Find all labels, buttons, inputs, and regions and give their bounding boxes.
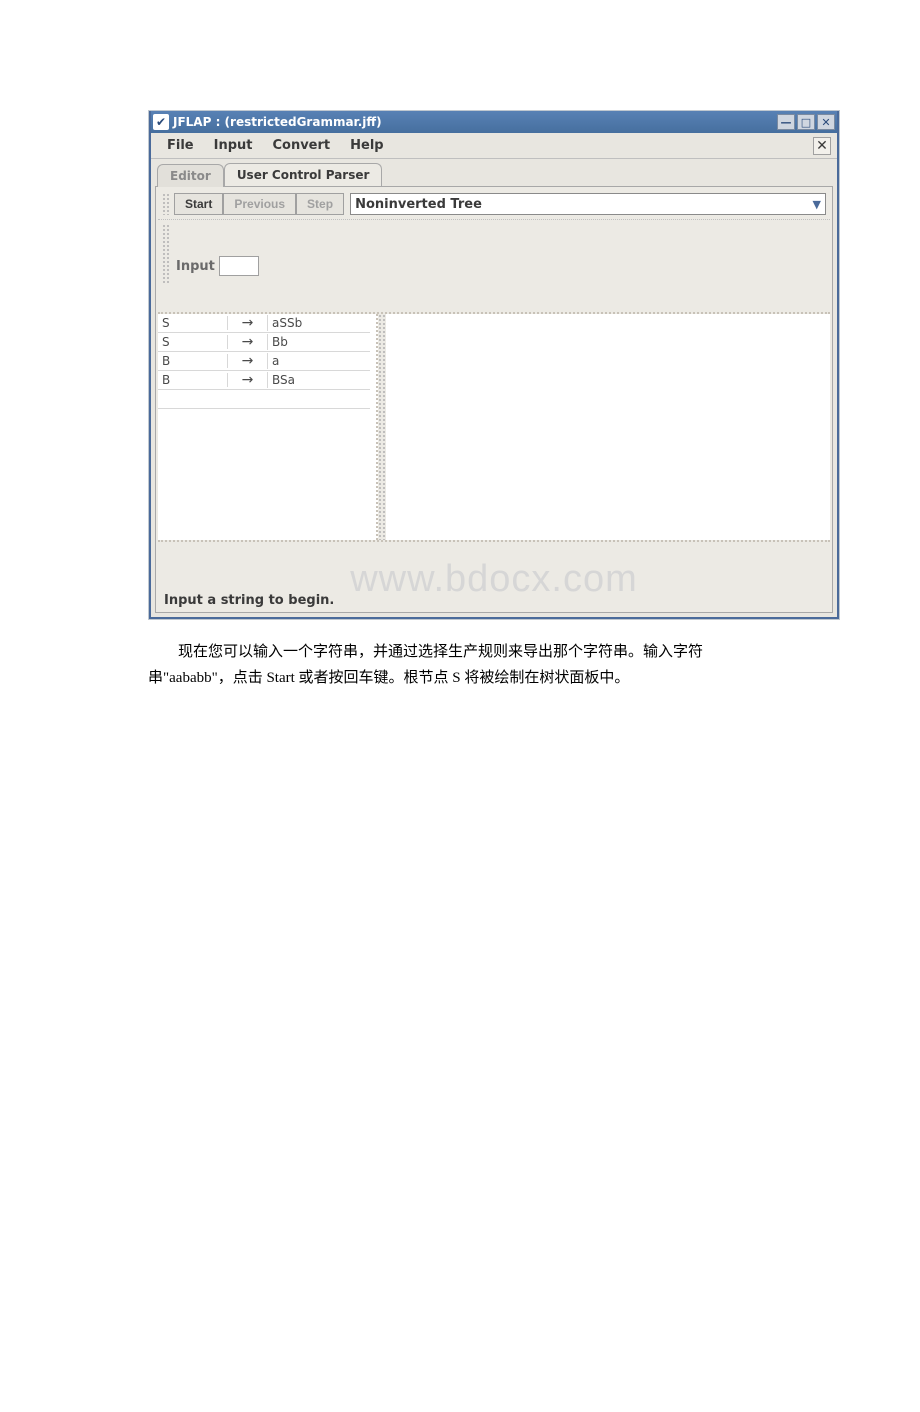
grammar-rhs: BSa [268, 373, 370, 387]
grammar-row-empty[interactable] [158, 390, 370, 409]
menu-convert[interactable]: Convert [262, 135, 340, 156]
grammar-arrow: → [228, 334, 268, 350]
step-button[interactable]: Step [296, 193, 344, 215]
tab-user-control-parser[interactable]: User Control Parser [224, 163, 383, 186]
input-grip [162, 224, 170, 284]
menubar: File Input Convert Help ✕ [151, 133, 837, 159]
toolbar: Start Previous Step Noninverted Tree ▼ [158, 189, 830, 220]
inner-close-button[interactable]: ✕ [813, 137, 831, 155]
grammar-rhs: Bb [268, 335, 370, 349]
chevron-down-icon: ▼ [805, 198, 821, 211]
start-button[interactable]: Start [174, 193, 223, 215]
tree-mode-value: Noninverted Tree [355, 197, 482, 212]
status-area: www.bdocx.com Input a string to begin. [158, 542, 830, 610]
window-title: JFLAP : (restrictedGrammar.jff) [173, 115, 382, 129]
grammar-arrow: → [228, 372, 268, 388]
tab-editor[interactable]: Editor [157, 164, 224, 187]
description-text: 现在您可以输入一个字符串，并通过选择生产规则来导出那个字符串。输入字符 串"aa… [148, 640, 840, 691]
grammar-rhs: a [268, 354, 370, 368]
grammar-table: S → aSSb S → Bb B → a B [158, 314, 378, 540]
tree-mode-select[interactable]: Noninverted Tree ▼ [350, 193, 826, 215]
grammar-row[interactable]: B → BSa [158, 371, 370, 390]
tree-panel [386, 314, 830, 540]
grammar-rhs: aSSb [268, 316, 370, 330]
grammar-lhs: S [158, 335, 228, 349]
tabbar: Editor User Control Parser [151, 159, 837, 186]
app-icon: ✔ [153, 114, 169, 130]
previous-button[interactable]: Previous [223, 193, 296, 215]
maximize-button[interactable]: □ [797, 114, 815, 130]
grammar-arrow: → [228, 315, 268, 331]
toolbar-grip [162, 193, 170, 215]
menu-file[interactable]: File [157, 135, 204, 156]
input-row: Input [158, 220, 830, 312]
splitter-grip[interactable] [378, 314, 386, 540]
minimize-button[interactable]: — [777, 114, 795, 130]
input-label: Input [176, 259, 215, 274]
middle-panel: S → aSSb S → Bb B → a B [158, 312, 830, 542]
menu-help[interactable]: Help [340, 135, 393, 156]
grammar-row[interactable]: S → Bb [158, 333, 370, 352]
grammar-arrow: → [228, 353, 268, 369]
menu-input[interactable]: Input [204, 135, 263, 156]
grammar-row[interactable]: B → a [158, 352, 370, 371]
grammar-lhs: B [158, 354, 228, 368]
grammar-row[interactable]: S → aSSb [158, 314, 370, 333]
grammar-lhs: S [158, 316, 228, 330]
close-button[interactable]: ✕ [817, 114, 835, 130]
grammar-lhs: B [158, 373, 228, 387]
titlebar: ✔ JFLAP : (restrictedGrammar.jff) — □ ✕ [151, 111, 837, 133]
input-field[interactable] [219, 256, 259, 276]
